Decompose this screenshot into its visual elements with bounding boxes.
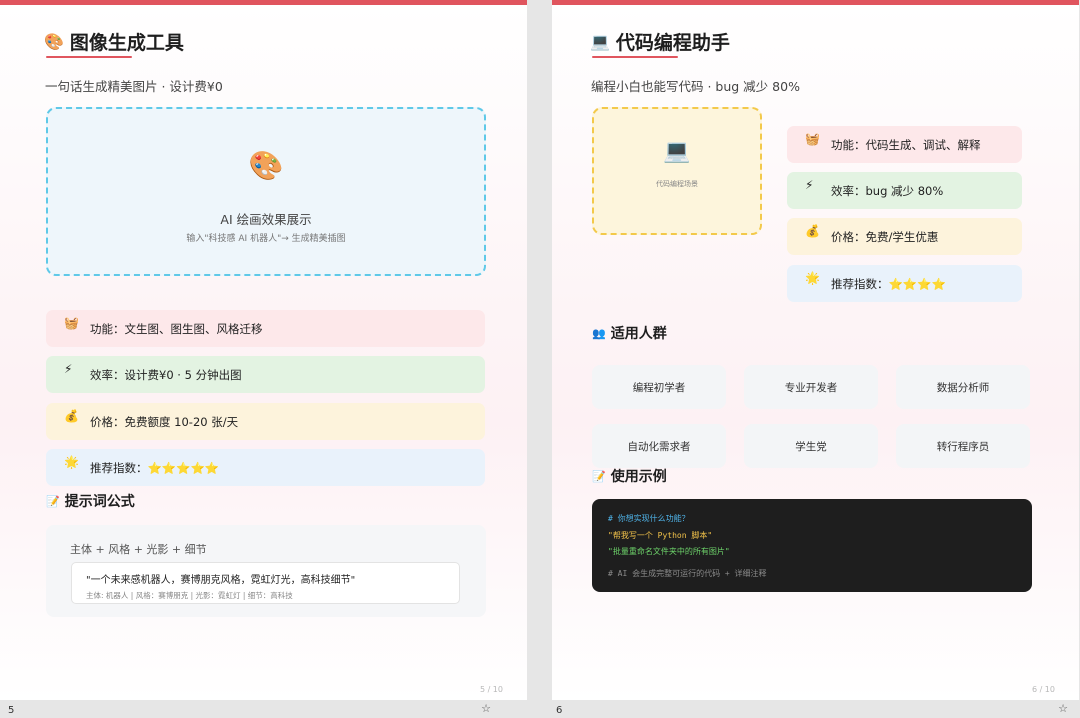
audience-item: 转行程序员 — [896, 424, 1030, 468]
page-number: 6 / 10 — [1031, 685, 1055, 694]
prompt-example: "一个未来感机器人，赛博朋克风格，霓虹灯光，高科技细节" 主体: 机器人 | 风… — [71, 562, 460, 604]
code-prompt-line: "帮我写一个 Python 脚本" — [608, 531, 713, 540]
info-card-text: 功能：文生图、图生图、风格迁移 — [90, 321, 263, 336]
code-scene-placeholder: 💻 代码编程场景 — [592, 107, 762, 235]
info-card-text: 推荐指数：⭐⭐⭐⭐ — [831, 276, 946, 291]
info-card-efficiency: ⚡ 效率：设计费¥0 · 5 分钟出图 — [46, 356, 485, 393]
money-bag-icon: 💰 — [805, 223, 820, 238]
info-card-price: 💰 价格：免费/学生优惠 — [787, 218, 1022, 255]
laptop-icon: 💻 — [663, 139, 691, 164]
sparkle-icon: 🌟 — [805, 270, 820, 285]
showcase-placeholder: 🎨 AI 绘画效果展示 输入"科技感 AI 机器人"→ 生成精美插图 — [46, 107, 486, 276]
sparkle-icon: 🌟 — [64, 454, 79, 469]
slide-page-6: 💻 代码编程助手 编程小白也能写代码 · bug 减少 80% 💻 代码编程场景… — [552, 0, 1079, 700]
showcase-subtitle: 输入"科技感 AI 机器人"→ 生成精美插图 — [186, 234, 346, 244]
star-icon[interactable]: ☆ — [1057, 703, 1069, 715]
section-title-text: 使用示例 — [610, 469, 667, 485]
info-card-price: 💰 价格：免费额度 10-20 张/天 — [46, 403, 485, 440]
lightning-icon: ⚡ — [64, 361, 73, 376]
info-card-text: 价格：免费额度 10-20 张/天 — [90, 414, 239, 429]
code-example-block: # 你想实现什么功能？ "帮我写一个 Python 脚本" "批量重命名文件夹中… — [592, 499, 1032, 592]
title-underline — [46, 56, 132, 58]
audience-item: 编程初学者 — [592, 365, 726, 409]
laptop-icon: 💻 — [590, 31, 610, 51]
page-subtitle: 编程小白也能写代码 · bug 减少 80% — [591, 79, 800, 94]
star-icon[interactable]: ☆ — [480, 703, 492, 715]
audience-item: 数据分析师 — [896, 365, 1030, 409]
code-prompt-line: "批量重命名文件夹中的所有图片" — [608, 547, 730, 556]
page-title-row: 💻 代码编程助手 — [590, 28, 730, 55]
section-title-text: 适用人群 — [610, 326, 667, 342]
showcase-title: AI 绘画效果展示 — [220, 212, 312, 227]
prompt-formula-box: 主体 + 风格 + 光影 + 细节 "一个未来感机器人，赛博朋克风格，霓虹灯光，… — [46, 525, 486, 617]
info-card-rating: 🌟 推荐指数：⭐⭐⭐⭐ — [787, 265, 1022, 302]
audience-item: 自动化需求者 — [592, 424, 726, 468]
slide-page-5: 🎨 图像生成工具 一句话生成精美图片 · 设计费¥0 🎨 AI 绘画效果展示 输… — [0, 0, 527, 700]
lightning-icon: ⚡ — [805, 177, 814, 192]
prompt-example-text: "一个未来感机器人，赛博朋克风格，霓虹灯光，高科技细节" — [86, 575, 356, 586]
page-subtitle: 一句话生成精美图片 · 设计费¥0 — [45, 79, 223, 94]
info-card-text: 功能：代码生成、调试、解释 — [831, 137, 981, 152]
code-comment-line: # AI 会生成完整可运行的代码 + 详细注释 — [608, 569, 767, 578]
title-underline — [592, 56, 678, 58]
page-title: 图像生成工具 — [69, 32, 184, 54]
people-icon: 👥 — [592, 326, 606, 340]
info-card-text: 效率：设计费¥0 · 5 分钟出图 — [90, 367, 242, 382]
page-title-row: 🎨 图像生成工具 — [44, 28, 184, 55]
section-title-audience: 👥 适用人群 — [592, 323, 667, 343]
palette-icon: 🎨 — [44, 31, 64, 51]
palette-icon: 🎨 — [248, 149, 284, 182]
audience-item: 学生党 — [744, 424, 878, 468]
memo-icon: 📝 — [592, 469, 606, 483]
prompt-example-parts: 主体: 机器人 | 风格：赛博朋克 | 光影：霓虹灯 | 细节：高科技 — [86, 591, 293, 600]
info-card-efficiency: ⚡ 效率：bug 减少 80% — [787, 172, 1022, 209]
memo-icon: 📝 — [46, 494, 60, 508]
basket-icon: 🧺 — [64, 315, 79, 330]
scene-label: 代码编程场景 — [656, 180, 698, 188]
audience-item: 专业开发者 — [744, 365, 878, 409]
section-title-usage: 📝 使用示例 — [592, 466, 667, 486]
info-card-text: 推荐指数：⭐⭐⭐⭐⭐ — [90, 460, 220, 475]
money-bag-icon: 💰 — [64, 408, 79, 423]
slide-thumbnail-label-5[interactable]: 5 — [8, 705, 14, 716]
page-title: 代码编程助手 — [615, 32, 730, 54]
info-card-feature: 🧺 功能：文生图、图生图、风格迁移 — [46, 310, 485, 347]
section-title-text: 提示词公式 — [64, 494, 135, 510]
basket-icon: 🧺 — [805, 131, 820, 146]
page-number: 5 / 10 — [479, 685, 503, 694]
section-title-prompt: 📝 提示词公式 — [46, 491, 135, 511]
prompt-formula: 主体 + 风格 + 光影 + 细节 — [70, 543, 207, 556]
slide-thumbnail-label-6[interactable]: 6 — [556, 705, 562, 716]
code-comment-line: # 你想实现什么功能？ — [608, 514, 690, 523]
info-card-text: 价格：免费/学生优惠 — [831, 229, 939, 244]
info-card-rating: 🌟 推荐指数：⭐⭐⭐⭐⭐ — [46, 449, 485, 486]
info-card-text: 效率：bug 减少 80% — [831, 183, 944, 198]
info-card-feature: 🧺 功能：代码生成、调试、解释 — [787, 126, 1022, 163]
